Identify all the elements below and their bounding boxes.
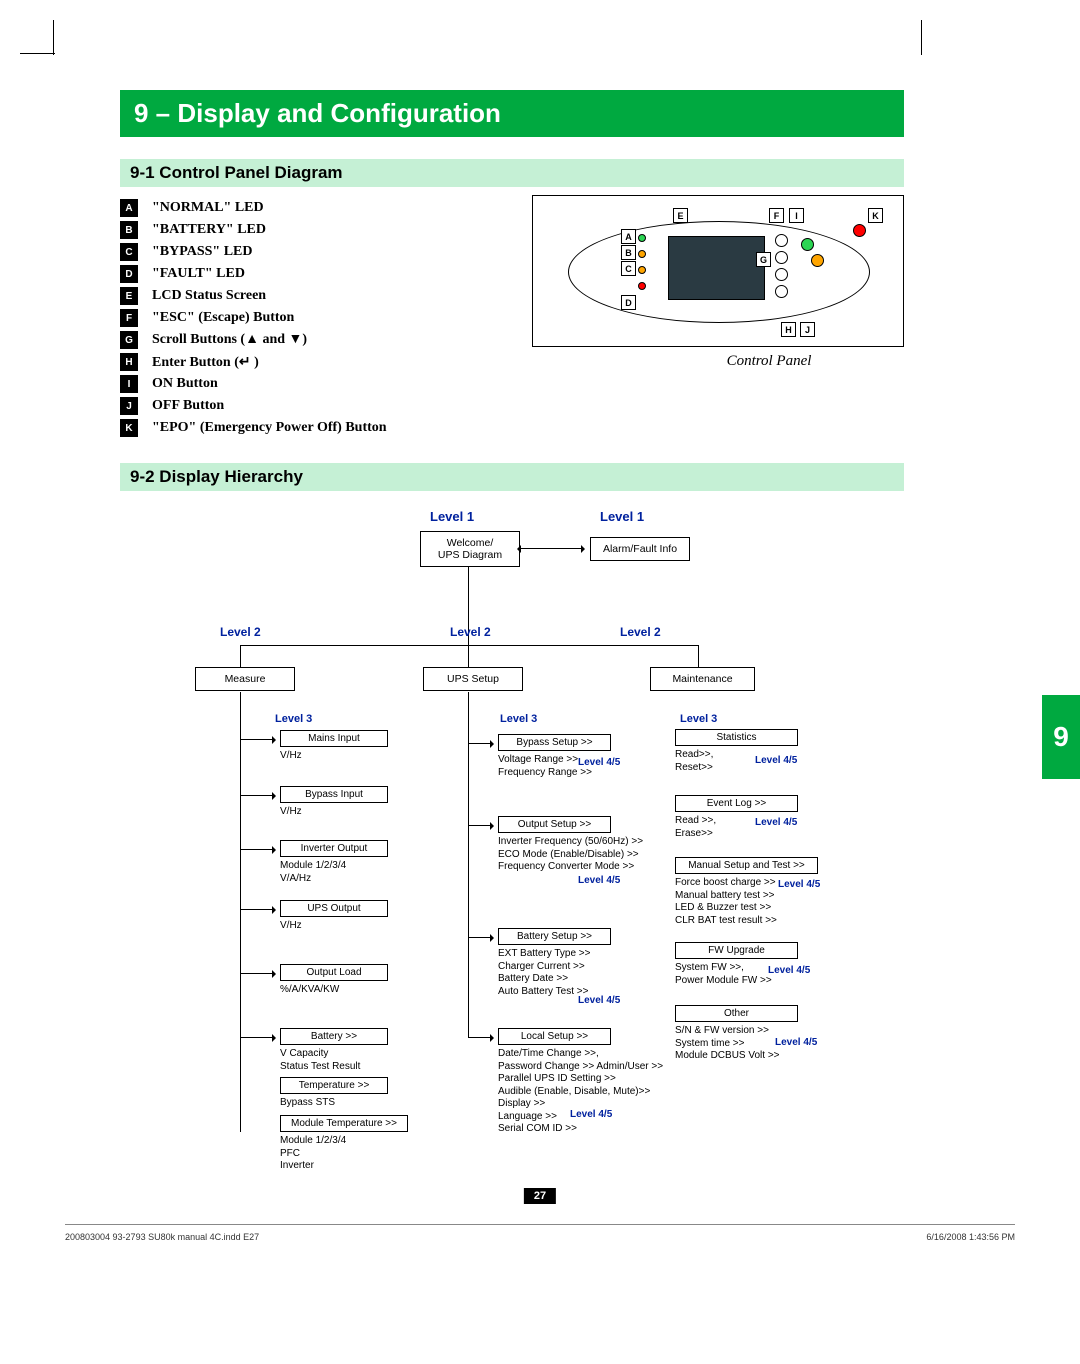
txt-outsetup: Inverter Frequency (50/60Hz) >> ECO Mode… (498, 836, 643, 874)
txt-other: S/N & FW version >> System time >> Modul… (675, 1025, 780, 1063)
l45-f: Level 4/5 (755, 817, 797, 828)
legend-b: "BATTERY" LED (152, 222, 266, 238)
txt-bypass: V/Hz (280, 806, 302, 819)
box-evt: Event Log >> (675, 795, 798, 812)
box-other: Other (675, 1005, 798, 1022)
legend-e: LCD Status Screen (152, 288, 266, 304)
control-panel-legend: A "NORMAL" LED B "BATTERY" LED C "BYPASS" L… (120, 195, 490, 441)
box-fw: FW Upgrade (675, 942, 798, 959)
box-bypass: Bypass Input (280, 786, 388, 803)
legend-h: Enter Button (↵ ) (152, 354, 259, 371)
txt-load: %/A/KVA/KW (280, 984, 339, 997)
tag-b: B (120, 221, 138, 239)
txt-mtemp: Module 1/2/3/4 PFC Inverter (280, 1135, 346, 1173)
level2-label-c: Level 2 (620, 625, 661, 639)
l45-h: Level 4/5 (768, 965, 810, 976)
legend-a: "NORMAL" LED (152, 200, 264, 216)
l45-e: Level 4/5 (755, 755, 797, 766)
box-outsetup: Output Setup >> (498, 816, 611, 833)
l45-i: Level 4/5 (775, 1037, 817, 1048)
tag-e: E (120, 287, 138, 305)
txt-bat: V Capacity Status Test Result (280, 1048, 360, 1073)
box-temp: Temperature >> (280, 1077, 388, 1094)
box-stats: Statistics (675, 729, 798, 746)
legend-i: ON Button (152, 376, 218, 392)
box-measure: Measure (195, 667, 295, 691)
control-panel-caption: Control Panel (574, 353, 964, 370)
box-bypsetup: Bypass Setup >> (498, 734, 611, 751)
normal-led-icon (638, 234, 646, 242)
l45-g: Level 4/5 (778, 879, 820, 890)
footer-left: 200803004 93-2793 SU80k manual 4C.indd E… (65, 1232, 259, 1242)
box-maint: Maintenance (650, 667, 755, 691)
box-localsetup: Local Setup >> (498, 1028, 611, 1045)
box-batsetup: Battery Setup >> (498, 928, 611, 945)
fault-led-icon (638, 282, 646, 290)
level2-label-a: Level 2 (220, 625, 261, 639)
tag-g: G (120, 331, 138, 349)
l45-b: Level 4/5 (578, 875, 620, 886)
off-button-icon (811, 254, 824, 267)
txt-localsetup: Date/Time Change >>, Password Change >> … (498, 1048, 663, 1136)
on-button-icon (801, 238, 814, 251)
txt-stats: Read>>, Reset>> (675, 749, 713, 774)
tag-a: A (120, 199, 138, 217)
txt-evt: Read >>, Erase>> (675, 815, 716, 840)
control-panel-diagram: A B C D E F G H I J K (532, 195, 904, 347)
legend-d: "FAULT" LED (152, 266, 245, 282)
legend-f: "ESC" (Escape) Button (152, 310, 294, 326)
txt-mains: V/Hz (280, 750, 302, 763)
tag-h: H (120, 353, 138, 371)
level3-label-b: Level 3 (500, 713, 537, 725)
box-alarm: Alarm/Fault Info (590, 537, 690, 561)
box-mtemp: Module Temperature >> (280, 1115, 408, 1132)
legend-g: Scroll Buttons (▲ and ▼) (152, 332, 307, 348)
display-hierarchy-diagram: Level 1 Level 1 Welcome/ UPS Diagram Ala… (120, 497, 904, 1207)
footer-right: 6/16/2008 1:43:56 PM (926, 1232, 1015, 1242)
level3-label-a: Level 3 (275, 713, 312, 725)
l45-c: Level 4/5 (578, 995, 620, 1006)
legend-k: "EPO" (Emergency Power Off) Button (152, 420, 387, 436)
legend-j: OFF Button (152, 398, 224, 414)
txt-man: Force boost charge >> Manual battery tes… (675, 877, 777, 927)
box-inv: Inverter Output (280, 840, 388, 857)
txt-fw: System FW >>, Power Module FW >> (675, 962, 772, 987)
box-welcome: Welcome/ UPS Diagram (420, 531, 520, 567)
txt-batsetup: EXT Battery Type >> Charger Current >> B… (498, 948, 590, 998)
box-load: Output Load (280, 964, 388, 981)
txt-temp: Bypass STS (280, 1097, 335, 1110)
level3-label-c: Level 3 (680, 713, 717, 725)
tag-f: F (120, 309, 138, 327)
box-bat: Battery >> (280, 1028, 388, 1045)
legend-c: "BYPASS" LED (152, 244, 252, 260)
txt-inv: Module 1/2/3/4 V/A/Hz (280, 860, 346, 885)
box-upssetup: UPS Setup (423, 667, 523, 691)
tag-k: K (120, 419, 138, 437)
page-number: 27 (524, 1188, 556, 1204)
level2-label-b: Level 2 (450, 625, 491, 639)
l45-d: Level 4/5 (570, 1109, 612, 1120)
box-man: Manual Setup and Test >> (675, 857, 818, 874)
level1-label: Level 1 (430, 509, 474, 524)
tag-j: J (120, 397, 138, 415)
box-mains: Mains Input (280, 730, 388, 747)
lcd-screen-icon (668, 236, 765, 300)
level1-label-b: Level 1 (600, 509, 644, 524)
section-9-2-title: 9-2 Display Hierarchy (120, 463, 904, 491)
section-9-1-title: 9-1 Control Panel Diagram (120, 159, 904, 187)
tag-d: D (120, 265, 138, 283)
bypass-led-icon (638, 266, 646, 274)
chapter-title: 9 – Display and Configuration (120, 90, 904, 137)
l45-a: Level 4/5 (578, 757, 620, 768)
box-upsout: UPS Output (280, 900, 388, 917)
tag-c: C (120, 243, 138, 261)
chapter-tab: 9 (1042, 695, 1080, 779)
tag-i: I (120, 375, 138, 393)
txt-upsout: V/Hz (280, 920, 302, 933)
epo-button-icon (853, 224, 866, 237)
battery-led-icon (638, 250, 646, 258)
